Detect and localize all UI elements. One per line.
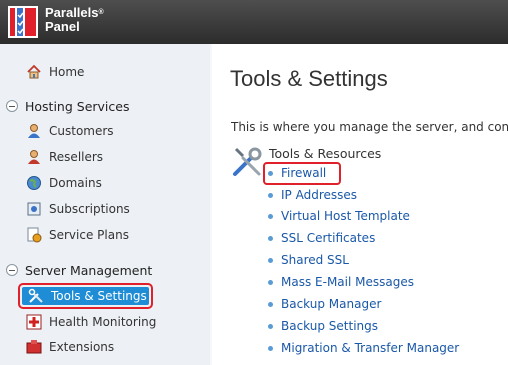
sidebar-item-home[interactable]: Home (26, 62, 84, 82)
group-label: Hosting Services (25, 98, 130, 114)
group-server-management[interactable]: Server Management (6, 261, 152, 279)
link-label: SSL Certificates (281, 231, 376, 245)
tools-resources-icon (233, 147, 262, 176)
bullet-icon (268, 235, 273, 241)
link-label: Backup Manager (281, 297, 382, 311)
link-mass-email-messages[interactable]: Mass E-Mail Messages (268, 273, 414, 291)
sidebar-item-label: Home (49, 65, 85, 79)
collapse-icon[interactable] (6, 264, 18, 276)
section-title: Tools & Resources (269, 146, 382, 161)
top-bar: Parallels® Panel (0, 0, 508, 44)
sidebar-item-domains[interactable]: Domains (26, 173, 102, 193)
group-hosting-services[interactable]: Hosting Services (6, 97, 129, 115)
sidebar-item-tools-settings[interactable]: Tools & Settings (18, 283, 153, 309)
sidebar-item-customers[interactable]: Customers (26, 121, 114, 141)
health-icon (26, 314, 42, 330)
bullet-icon (268, 323, 273, 329)
sidebar-item-label: Service Plans (49, 228, 129, 242)
sidebar-item-label: Domains (49, 176, 102, 190)
bullet-icon (268, 213, 273, 219)
page-description: This is where you manage the server, and… (231, 120, 508, 134)
sidebar-item-service-plans[interactable]: Service Plans (26, 225, 129, 245)
sidebar-item-label: Health Monitoring (49, 315, 157, 329)
link-ssl-certificates[interactable]: SSL Certificates (268, 229, 375, 247)
link-label: Firewall (281, 166, 327, 180)
home-icon (27, 64, 41, 79)
sidebar-item-label: Resellers (49, 150, 104, 164)
link-label: Migration & Transfer Manager (281, 341, 460, 355)
link-label: Virtual Host Template (281, 209, 410, 223)
bullet-icon (268, 170, 273, 176)
brand-line-2: Panel (45, 19, 80, 34)
bullet-icon (268, 257, 273, 263)
brand-reg-mark: ® (98, 9, 104, 16)
link-firewall[interactable]: Firewall (268, 164, 326, 182)
collapse-icon[interactable] (6, 100, 18, 112)
service-plan-icon (27, 227, 42, 243)
reseller-icon (28, 150, 40, 164)
sidebar-item-subscriptions[interactable]: Subscriptions (26, 199, 130, 219)
sidebar-item-label: Customers (49, 124, 114, 138)
sidebar-item-label: Extensions (49, 340, 115, 354)
sidebar-item-health-monitoring[interactable]: Health Monitoring (26, 312, 156, 332)
extensions-icon (26, 340, 42, 354)
link-backup-settings[interactable]: Backup Settings (268, 317, 378, 335)
link-migration-transfer-manager[interactable]: Migration & Transfer Manager (268, 339, 459, 357)
group-label: Server Management (25, 262, 153, 278)
active-item-highlight[interactable]: Tools & Settings (22, 287, 149, 305)
sidebar-item-label: Tools & Settings (51, 289, 147, 303)
link-backup-manager[interactable]: Backup Manager (268, 295, 381, 313)
sidebar-item-resellers[interactable]: Resellers (26, 147, 103, 167)
sidebar-item-extensions[interactable]: Extensions (26, 337, 114, 357)
page-title: Tools & Settings (230, 66, 388, 91)
link-shared-ssl[interactable]: Shared SSL (268, 251, 349, 269)
bullet-icon (268, 301, 273, 307)
link-label: Shared SSL (281, 253, 349, 267)
bullet-icon (268, 279, 273, 285)
bullet-icon (268, 345, 273, 351)
customer-icon (28, 124, 40, 138)
subscription-icon (27, 202, 41, 216)
brand-name: Parallels® Panel (45, 6, 104, 34)
link-label: Mass E-Mail Messages (281, 275, 414, 289)
link-label: Backup Settings (281, 319, 379, 333)
globe-icon (27, 176, 41, 190)
sidebar-item-label: Subscriptions (49, 202, 130, 216)
link-virtual-host-template[interactable]: Virtual Host Template (268, 207, 410, 225)
brand-line-1: Parallels (45, 5, 99, 20)
link-label: IP Addresses (281, 188, 358, 202)
link-ip-addresses[interactable]: IP Addresses (268, 186, 357, 204)
bullet-icon (268, 192, 273, 198)
tools-icon (28, 288, 43, 303)
sidebar-divider (210, 44, 212, 365)
parallels-logo-icon (8, 6, 38, 38)
